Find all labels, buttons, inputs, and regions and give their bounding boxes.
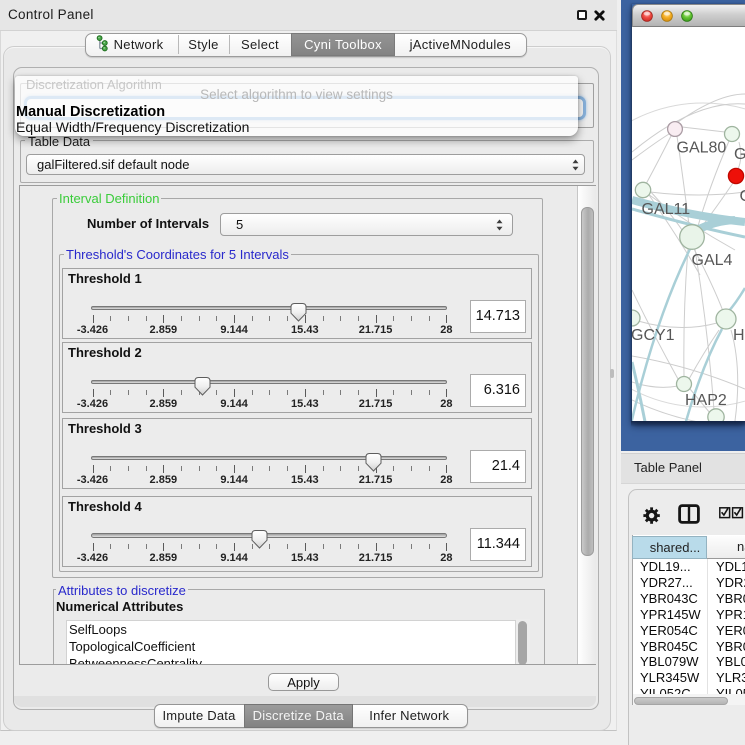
svg-text:HAP2: HAP2 (685, 392, 727, 409)
svg-text:GCY1: GCY1 (632, 327, 675, 344)
svg-text:H: H (733, 327, 745, 344)
svg-text:GAL11: GAL11 (642, 201, 691, 218)
svg-text:GAL4: GAL4 (692, 252, 733, 269)
svg-text:GAL80: GAL80 (677, 140, 727, 157)
svg-text:G: G (740, 188, 745, 205)
svg-text:GA: GA (734, 146, 745, 163)
